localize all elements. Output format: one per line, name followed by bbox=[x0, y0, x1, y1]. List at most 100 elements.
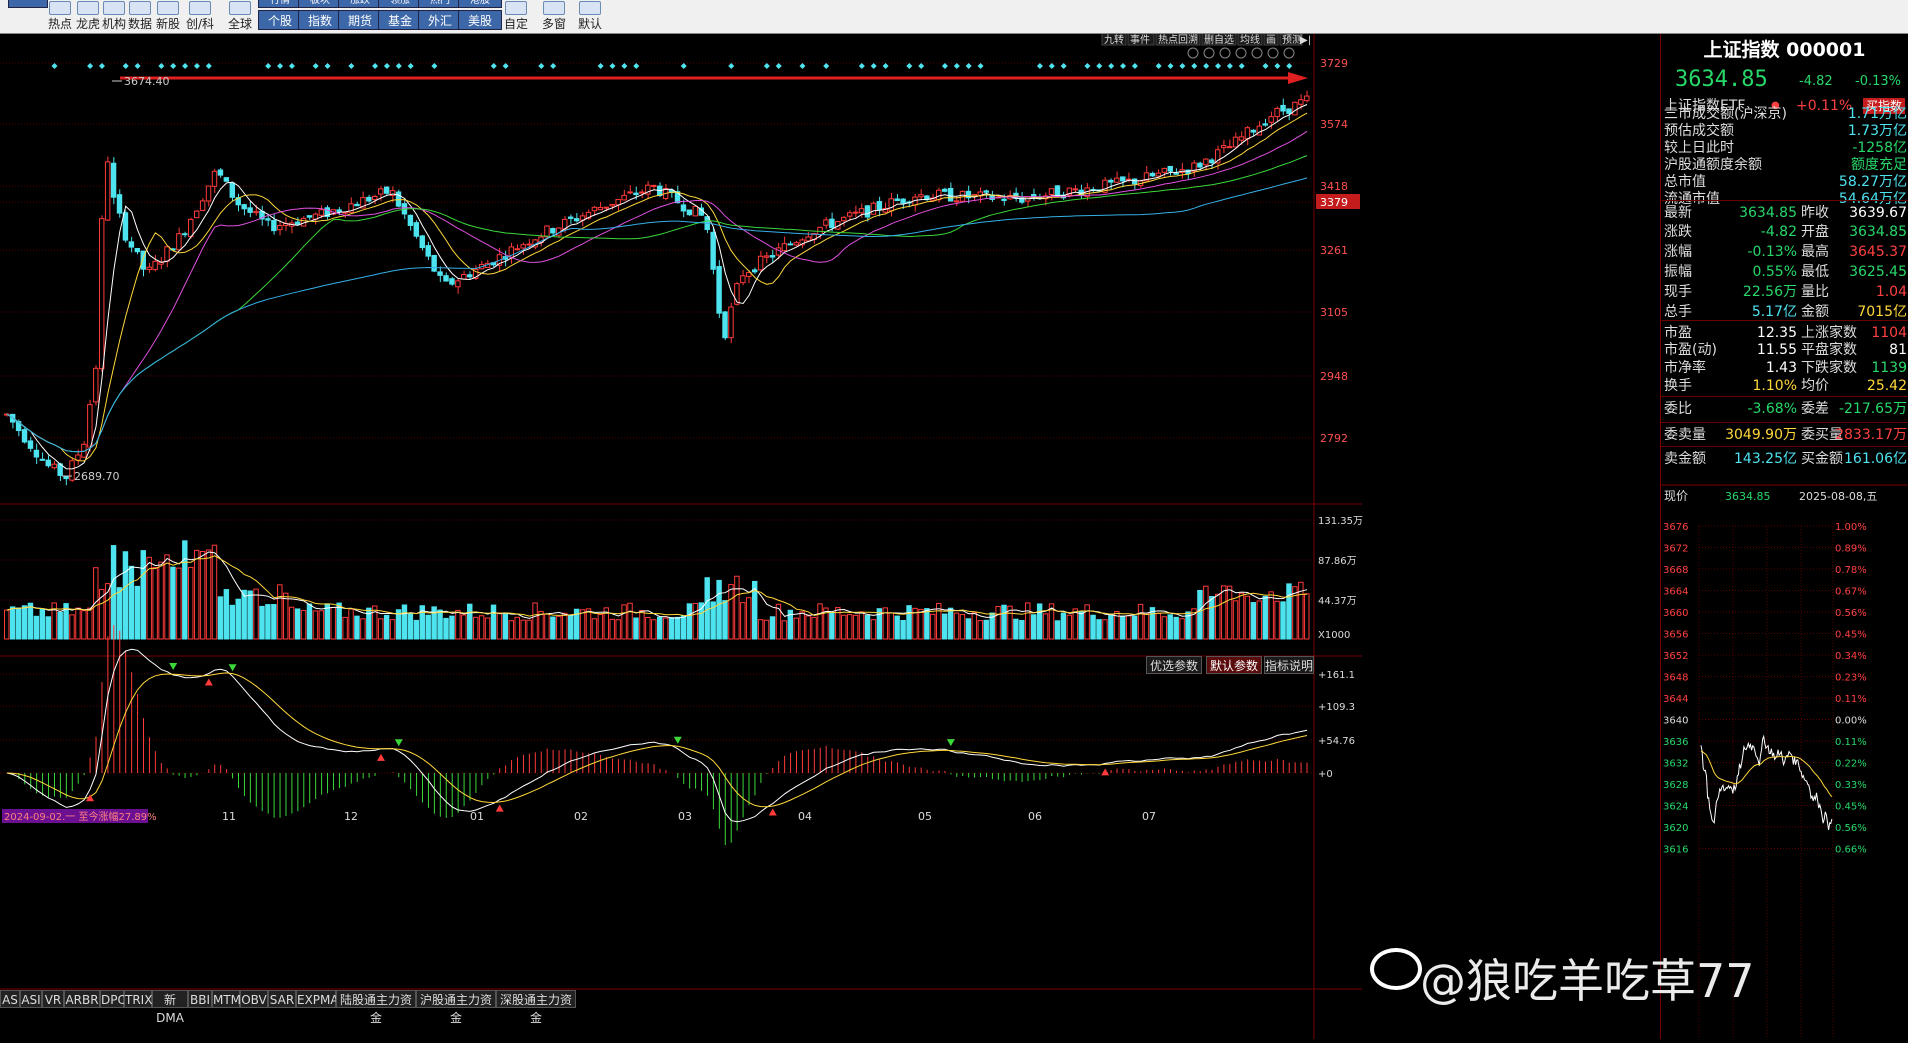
toolbar-button-8[interactable]: 多窗 bbox=[537, 0, 571, 34]
chart-tool-label: 事件 bbox=[1130, 34, 1150, 46]
zoom-out-icon[interactable] bbox=[1283, 47, 1295, 59]
indicator-tab-6[interactable]: 新DMA bbox=[152, 990, 188, 1025]
market-tab-1[interactable]: 指数 bbox=[298, 10, 342, 30]
market-tab-3[interactable]: 基金 bbox=[378, 10, 422, 30]
mini-right-axis: 0.56% bbox=[1835, 608, 1867, 619]
mini-left-axis: 3644 bbox=[1663, 694, 1688, 705]
pen-icon[interactable] bbox=[1203, 47, 1215, 59]
price-axis-label: 3729 bbox=[1320, 57, 1348, 70]
mini-right-axis: 0.22% bbox=[1835, 759, 1867, 770]
collapse-icon[interactable]: ▶| bbox=[1300, 35, 1311, 46]
chart-tool-0[interactable]: 九转 bbox=[1101, 34, 1127, 46]
mini-right-axis: 0.34% bbox=[1835, 651, 1867, 662]
market-tab-2[interactable]: 期货 bbox=[338, 10, 382, 30]
death-cross-icon bbox=[394, 739, 403, 747]
quote-value: -3.68% bbox=[1747, 401, 1797, 417]
market-tab-top-4[interactable]: 热门 bbox=[418, 0, 462, 8]
hand-icon[interactable] bbox=[1251, 47, 1263, 59]
kline-chart-area[interactable]: 3729 3574 3418 3379 3261 3105 2948 2792 3674.40 2… bbox=[0, 34, 1660, 1039]
indicator-tab-8[interactable]: MTM bbox=[212, 990, 241, 1008]
quote-value: 3049.90万 bbox=[1725, 427, 1797, 443]
mini-left-axis: 3628 bbox=[1663, 780, 1688, 791]
toolbar-button-5[interactable]: 创/科 bbox=[183, 0, 217, 34]
indicator-tab-9[interactable]: OBV bbox=[240, 990, 268, 1008]
golden-cross-icon bbox=[1101, 768, 1110, 776]
mini-left-axis: 3636 bbox=[1663, 737, 1688, 748]
indicator-tab-0[interactable]: AS bbox=[0, 990, 20, 1008]
macd-axis-label: +0 bbox=[1318, 769, 1333, 780]
indicator-tabs: AS ASI VR ARBR DPO TRIX 新DMA BBI MTM OBV SAR EXPMA 陆… bbox=[0, 990, 1340, 1025]
market-tab-top-2[interactable]: 涨跌 bbox=[338, 0, 382, 8]
mini-left-axis: 3656 bbox=[1663, 630, 1688, 641]
mini-right-axis: 0.78% bbox=[1835, 565, 1867, 576]
toolbar-button-7[interactable]: 自定 bbox=[499, 0, 533, 34]
chart-tool-2[interactable]: 热点回溯 bbox=[1155, 34, 1201, 46]
indicator-tab-3[interactable]: ARBR bbox=[64, 990, 100, 1008]
market-tab-top-left[interactable] bbox=[8, 0, 48, 8]
data-icon bbox=[129, 1, 151, 15]
market-tab-top-0[interactable]: 行情 bbox=[258, 0, 302, 8]
price-axis-label: 3261 bbox=[1320, 244, 1348, 257]
toolbar-button-4[interactable]: 新股 bbox=[151, 0, 185, 34]
indicator-tab-14[interactable]: 深股通主力资金 bbox=[496, 990, 576, 1025]
month-axis-label: 06 bbox=[1028, 810, 1042, 823]
link-icon[interactable] bbox=[1219, 47, 1231, 59]
quote-row: 委比 -3.68% 委差 -217.65万 bbox=[1661, 396, 1908, 420]
dragon-tiger-icon bbox=[77, 1, 99, 15]
indicator-tab-13[interactable]: 沪股通主力资金 bbox=[416, 990, 496, 1025]
market-tab-top-1[interactable]: 板块 bbox=[298, 0, 342, 8]
indicator-tab-7[interactable]: BBI bbox=[188, 990, 212, 1008]
mini-left-axis: 3672 bbox=[1663, 544, 1688, 555]
chart-tool-3[interactable]: 删自选 bbox=[1201, 34, 1237, 46]
mini-right-axis: 0.66% bbox=[1835, 845, 1867, 856]
indicator-tab-4[interactable]: DPO bbox=[100, 990, 127, 1008]
chart-tool-1[interactable]: 事件 bbox=[1127, 34, 1155, 46]
price-axis-label: 3418 bbox=[1320, 180, 1348, 193]
chart-tool-label: 画 bbox=[1266, 35, 1276, 46]
indicator-tab-1[interactable]: ASI bbox=[20, 990, 42, 1008]
indicator-tab-10[interactable]: SAR bbox=[268, 990, 296, 1008]
toolbar: 热点 龙虎 机构 数据 新股 创/科 全球 自定 多窗 默认 个股 指数 期货 基金 外汇 美股 行情 板块 涨跌领… bbox=[0, 0, 1908, 34]
quote-value: 1.10% bbox=[1752, 378, 1797, 394]
chart-tool-4[interactable]: 均线 bbox=[1237, 34, 1263, 46]
market-tab-5[interactable]: 美股 bbox=[458, 10, 502, 30]
indicator-param-button-0[interactable]: 优选参数 bbox=[1146, 656, 1202, 674]
macd-axis-label: +109.3 bbox=[1318, 702, 1355, 713]
moving-average-line bbox=[6, 155, 1308, 453]
settings-icon[interactable] bbox=[1187, 47, 1199, 59]
mini-right-axis: 0.45% bbox=[1835, 630, 1867, 641]
toolbar-button-label: 创/科 bbox=[185, 17, 215, 31]
month-axis-label: 07 bbox=[1142, 810, 1156, 823]
zoom-in-icon[interactable] bbox=[1267, 47, 1279, 59]
multi-window-icon bbox=[543, 1, 565, 15]
watermark-text: @狼吃羊吃草77 bbox=[1420, 954, 1755, 1008]
lock-icon[interactable] bbox=[1235, 47, 1247, 59]
market-tab-top-5[interactable]: 港股 bbox=[458, 0, 502, 8]
market-tab-4[interactable]: 外汇 bbox=[418, 10, 462, 30]
low-price-label: 2689.70 bbox=[74, 470, 120, 483]
death-cross-icon bbox=[228, 664, 237, 672]
toolbar-button-9[interactable]: 默认 bbox=[573, 0, 607, 34]
indicator-tab-12[interactable]: 陆股通主力资金 bbox=[336, 990, 416, 1025]
indicator-tab-11[interactable]: EXPMA bbox=[296, 990, 339, 1008]
price-header: 3634.85 -4.82 -0.13% bbox=[1661, 66, 1908, 96]
market-tab-top-3[interactable]: 领涨 bbox=[378, 0, 422, 8]
info-label: 总市值 bbox=[1664, 174, 1706, 190]
quote-label: 卖金额 bbox=[1664, 451, 1706, 467]
quote-value: 161.06亿 bbox=[1844, 451, 1907, 467]
death-cross-icon bbox=[946, 739, 955, 747]
indicator-tab-2[interactable]: VR bbox=[42, 990, 64, 1008]
indicator-param-button-1[interactable]: 默认参数 bbox=[1206, 656, 1262, 674]
macd-axis-label: +54.76 bbox=[1318, 736, 1355, 747]
toolbar-button-label: 默认 bbox=[577, 17, 602, 31]
chart-tool-6[interactable]: 预测 bbox=[1279, 34, 1303, 46]
volume-axis-label: 44.37万 bbox=[1318, 596, 1357, 607]
chart-tool-5[interactable]: 画 bbox=[1263, 34, 1279, 46]
toolbar-button-6[interactable]: 全球 bbox=[223, 0, 257, 34]
indicator-tab-5[interactable]: TRIX bbox=[124, 990, 152, 1008]
mini-right-axis: 0.11% bbox=[1835, 737, 1867, 748]
golden-cross-icon bbox=[495, 804, 504, 812]
indicator-param-button-2[interactable]: 指标说明 bbox=[1264, 656, 1314, 674]
market-tab-0[interactable]: 个股 bbox=[258, 10, 302, 30]
death-cross-icon bbox=[673, 736, 682, 744]
